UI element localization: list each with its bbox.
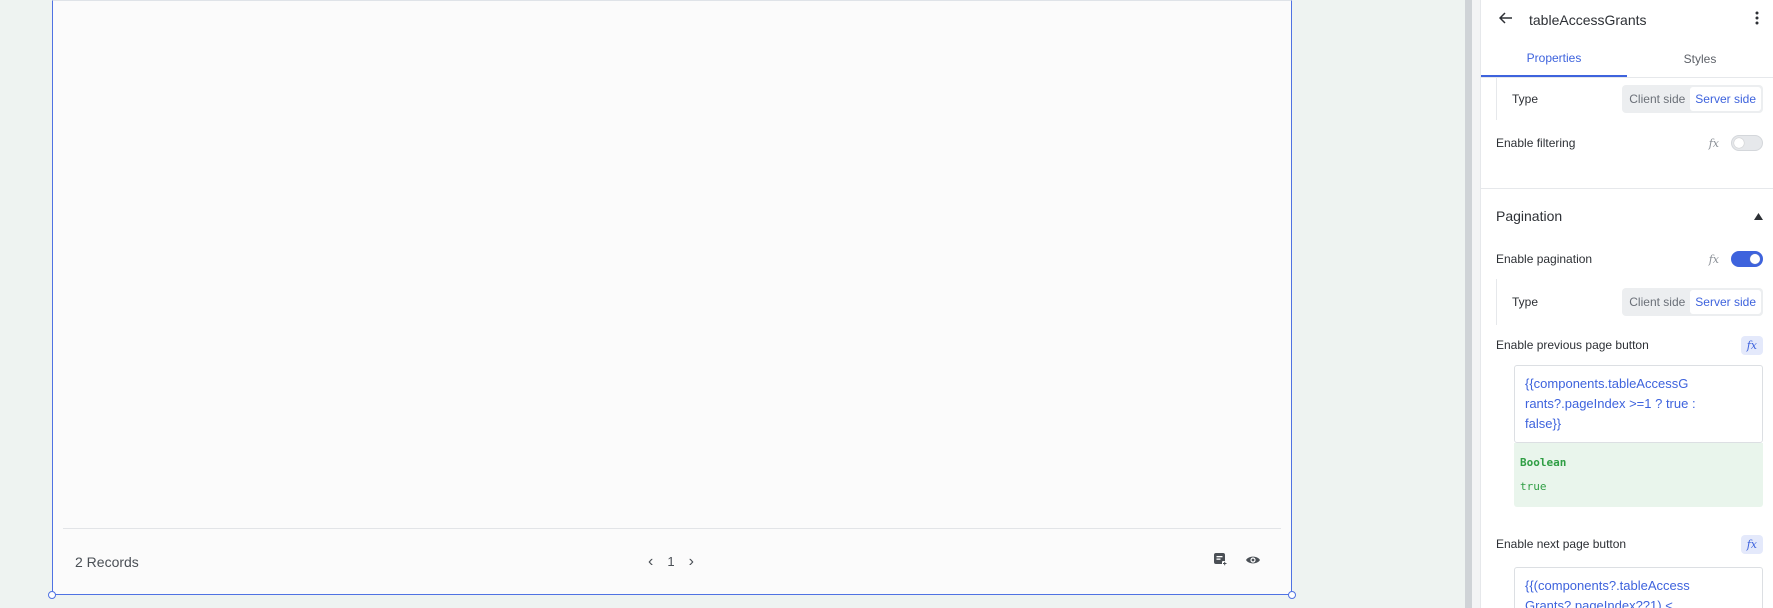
enable-filtering-toggle[interactable] (1731, 135, 1763, 151)
prev-button-code-editor[interactable]: {{components.tableAccessG rants?.pageInd… (1514, 365, 1763, 443)
enable-prev-button-label: Enable previous page button (1496, 338, 1649, 352)
app-canvas[interactable]: 2 Records ‹ 1 › (0, 0, 1465, 608)
code-line: {{components.tableAccessG (1525, 376, 1689, 391)
preview-type: Boolean (1520, 456, 1567, 469)
footer-actions (1213, 552, 1261, 571)
code-line: Grants?.pageIndex??1) < (1525, 598, 1673, 608)
filter-server-side-option[interactable]: Server side (1690, 87, 1761, 111)
pagination-type-toggle: Client side Server side (1622, 288, 1763, 316)
records-count: 2 Records (75, 553, 139, 570)
prev-page-button[interactable]: ‹ (648, 553, 653, 571)
enable-pagination-label: Enable pagination (1496, 252, 1593, 266)
pagination-type-row: Type Client side Server side (1496, 279, 1763, 325)
enable-pagination-toggle[interactable] (1731, 251, 1763, 267)
panel-divider[interactable] (1465, 0, 1480, 608)
filter-type-row: Type Client side Server side (1496, 78, 1763, 120)
enable-pagination-row: Enable pagination fx (1481, 243, 1773, 275)
add-row-icon[interactable] (1213, 552, 1227, 571)
pagination-type-label: Type (1512, 295, 1539, 309)
filter-type-label: Type (1512, 92, 1539, 106)
inspector-panel: tableAccessGrants Properties Styles Type… (1480, 0, 1773, 608)
back-arrow-icon[interactable] (1498, 11, 1513, 29)
resize-handle-bottom-right[interactable] (1288, 591, 1296, 599)
inspector-tabs: Properties Styles (1481, 40, 1773, 78)
enable-filtering-label: Enable filtering (1496, 136, 1576, 150)
resize-handle-bottom-left[interactable] (48, 591, 56, 599)
inspector-header: tableAccessGrants (1481, 0, 1773, 40)
enable-next-button-label: Enable next page button (1496, 537, 1627, 551)
current-page-number: 1 (667, 554, 675, 569)
code-line: {{(components?.tableAccess (1525, 578, 1690, 593)
table-widget[interactable]: 2 Records ‹ 1 › (52, 0, 1292, 595)
prev-button-eval-preview: Boolean true (1514, 443, 1763, 507)
collapse-caret-icon[interactable] (1754, 207, 1763, 225)
next-button-code-editor[interactable]: {{(components?.tableAccess Grants?.pageI… (1514, 567, 1763, 608)
code-line: false}} (1525, 416, 1562, 431)
pagination-control: ‹ 1 › (648, 553, 694, 571)
next-page-button[interactable]: › (689, 553, 694, 571)
column-visibility-eye-icon[interactable] (1245, 553, 1261, 571)
fx-icon[interactable]: fx (1740, 335, 1763, 355)
component-name[interactable]: tableAccessGrants (1529, 12, 1755, 28)
table-footer: 2 Records ‹ 1 › (63, 528, 1281, 594)
pagination-section-title: Pagination (1496, 208, 1563, 224)
tab-styles[interactable]: Styles (1627, 40, 1773, 77)
preview-value: true (1520, 480, 1547, 493)
pagination-server-side-option[interactable]: Server side (1690, 290, 1761, 314)
fx-icon[interactable]: fx (1709, 253, 1719, 266)
pagination-section-header[interactable]: Pagination (1481, 189, 1773, 243)
fx-icon[interactable]: fx (1740, 534, 1763, 554)
enable-filtering-row: Enable filtering fx (1481, 120, 1773, 166)
enable-next-button-row: Enable next page button fx (1481, 521, 1773, 567)
filter-type-toggle: Client side Server side (1622, 85, 1763, 113)
filter-client-side-option[interactable]: Client side (1624, 87, 1690, 111)
code-line: rants?.pageIndex >=1 ? true : (1525, 396, 1696, 411)
fx-icon[interactable]: fx (1709, 137, 1719, 150)
enable-prev-button-row: Enable previous page button fx (1481, 325, 1773, 365)
more-options-icon[interactable] (1755, 11, 1759, 30)
tab-properties[interactable]: Properties (1481, 40, 1627, 77)
pagination-client-side-option[interactable]: Client side (1624, 290, 1690, 314)
